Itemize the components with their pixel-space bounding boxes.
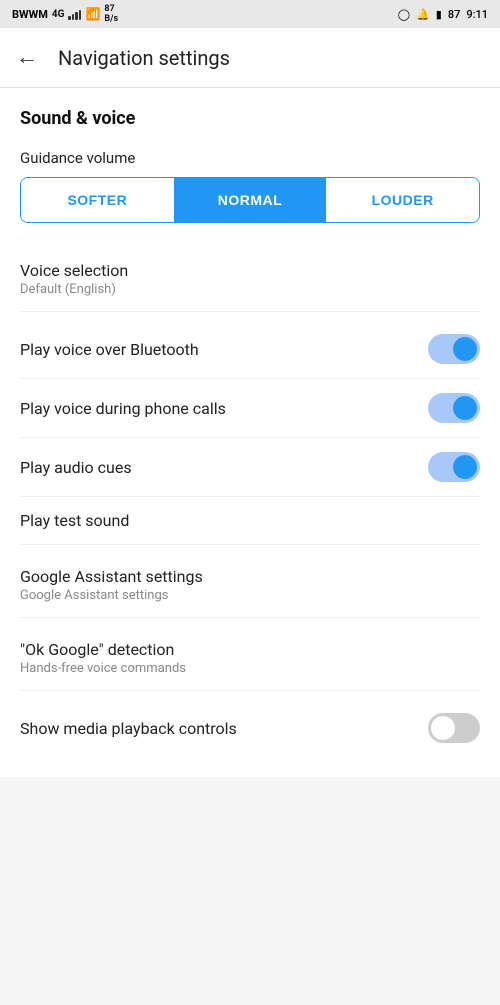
play-voice-calls-item: Play voice during phone calls bbox=[20, 379, 480, 438]
play-audio-cues-item: Play audio cues bbox=[20, 438, 480, 497]
voice-selection-label: Voice selection bbox=[20, 261, 480, 280]
voice-selection-sublabel: Default (English) bbox=[20, 282, 480, 297]
guidance-volume-label: Guidance volume bbox=[20, 149, 480, 167]
show-media-playback-label: Show media playback controls bbox=[20, 719, 428, 738]
notification-icon: 🔔 bbox=[416, 8, 430, 21]
location-icon: ◯ bbox=[398, 8, 410, 21]
volume-normal-button[interactable]: NORMAL bbox=[174, 178, 327, 222]
content-area: Sound & voice Guidance volume SOFTER NOR… bbox=[0, 88, 500, 777]
page-title: Navigation settings bbox=[58, 46, 230, 70]
network-type: 4G bbox=[52, 9, 65, 20]
play-audio-cues-toggle[interactable] bbox=[428, 452, 480, 482]
volume-selector: SOFTER NORMAL LOUDER bbox=[20, 177, 480, 223]
toggle-thumb bbox=[453, 396, 477, 420]
google-assistant-item[interactable]: Google Assistant settings Google Assista… bbox=[20, 553, 480, 618]
wifi-icon: 📶 bbox=[85, 7, 100, 21]
volume-louder-button[interactable]: LOUDER bbox=[326, 178, 479, 222]
ok-google-sublabel: Hands-free voice commands bbox=[20, 661, 480, 676]
carrier-label: BWWM bbox=[12, 8, 48, 21]
google-assistant-sublabel: Google Assistant settings bbox=[20, 588, 480, 603]
status-bar-right: ◯ 🔔 ▮ 87 9:11 bbox=[398, 8, 488, 21]
toggle-thumb bbox=[431, 716, 455, 740]
time-display: 9:11 bbox=[466, 8, 488, 21]
top-nav: ← Navigation settings bbox=[0, 28, 500, 88]
ok-google-item[interactable]: "Ok Google" detection Hands-free voice c… bbox=[20, 626, 480, 691]
battery-icon: ▮ bbox=[436, 8, 442, 21]
toggle-thumb bbox=[453, 337, 477, 361]
toggle-thumb bbox=[453, 455, 477, 479]
battery-level: 87 bbox=[448, 8, 461, 21]
play-audio-cues-label: Play audio cues bbox=[20, 458, 428, 477]
play-test-sound-label: Play test sound bbox=[20, 511, 480, 530]
upload-speed: 87B/s bbox=[104, 4, 118, 24]
back-button[interactable]: ← bbox=[16, 47, 38, 69]
signal-icon bbox=[68, 8, 81, 20]
status-bar: BWWM 4G 📶 87B/s ◯ 🔔 ▮ 87 9:11 bbox=[0, 0, 500, 28]
volume-softer-button[interactable]: SOFTER bbox=[21, 178, 174, 222]
play-voice-bluetooth-item: Play voice over Bluetooth bbox=[20, 320, 480, 379]
section-header-sound-voice: Sound & voice bbox=[20, 108, 480, 129]
status-bar-left: BWWM 4G 📶 87B/s bbox=[12, 4, 118, 24]
voice-selection-item[interactable]: Voice selection Default (English) bbox=[20, 247, 480, 312]
play-voice-calls-label: Play voice during phone calls bbox=[20, 399, 428, 418]
show-media-playback-item: Show media playback controls bbox=[20, 699, 480, 757]
play-voice-bluetooth-label: Play voice over Bluetooth bbox=[20, 340, 428, 359]
play-voice-bluetooth-toggle[interactable] bbox=[428, 334, 480, 364]
ok-google-label: "Ok Google" detection bbox=[20, 640, 480, 659]
play-voice-calls-toggle[interactable] bbox=[428, 393, 480, 423]
google-assistant-label: Google Assistant settings bbox=[20, 567, 480, 586]
show-media-playback-toggle[interactable] bbox=[428, 713, 480, 743]
play-test-sound-item[interactable]: Play test sound bbox=[20, 497, 480, 545]
